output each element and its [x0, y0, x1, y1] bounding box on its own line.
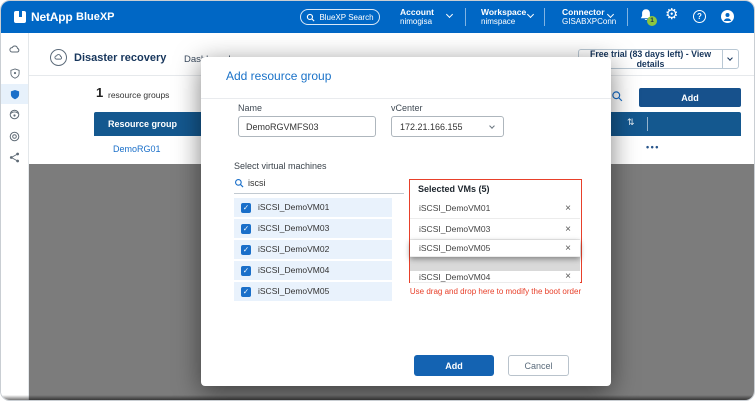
header-divider: [627, 8, 628, 26]
background-add-button[interactable]: Add: [639, 88, 741, 107]
top-header: NetApp BlueXP BlueXP Search Account nimo…: [1, 1, 754, 33]
checkbox-checked-icon[interactable]: [241, 224, 251, 234]
search-icon: [306, 13, 315, 22]
connector-menu[interactable]: Connector GISABXPConn: [562, 7, 616, 27]
remove-vm-icon[interactable]: ×: [565, 224, 571, 235]
workspace-label: Workspace: [481, 7, 526, 17]
name-field-label: Name: [238, 103, 262, 113]
select-vms-label: Select virtual machines: [234, 161, 327, 171]
cloud-icon: [9, 44, 20, 55]
selected-vm-row-dragging[interactable]: iSCSI_DemoVM05 ×: [410, 240, 580, 257]
remove-vm-icon[interactable]: ×: [565, 271, 571, 282]
vm-search-input[interactable]: [248, 175, 388, 190]
netapp-logo-icon: [14, 11, 26, 23]
brand-name: NetApp: [31, 10, 72, 24]
user-avatar-icon[interactable]: [721, 10, 734, 23]
add-resource-group-modal: Add resource group Name vCenter 172.21.1…: [201, 57, 611, 386]
table-search-icon[interactable]: [611, 90, 623, 102]
workspace-menu[interactable]: Workspace nimspace: [481, 7, 526, 27]
target-icon: [9, 131, 20, 142]
selected-vms-panel: Selected VMs (5) iSCSI_DemoVM01 × iSCSI_…: [409, 179, 582, 283]
sort-icon[interactable]: ⇅: [627, 118, 635, 128]
account-label: Account: [400, 7, 434, 17]
selected-vm-name: iSCSI_DemoVM01: [419, 203, 490, 213]
chevron-down-icon: [446, 11, 453, 18]
vm-list-item[interactable]: iSCSI_DemoVM05: [234, 282, 392, 301]
remove-vm-icon[interactable]: ×: [565, 203, 571, 214]
product-name: BlueXP: [76, 11, 115, 23]
column-divider: [647, 117, 648, 131]
disaster-recovery-icon: [50, 49, 67, 66]
page-title: Disaster recovery: [74, 52, 166, 64]
checkbox-checked-icon[interactable]: [241, 287, 251, 297]
shield-icon: [10, 89, 20, 100]
resource-group-count: 1: [96, 85, 103, 100]
account-menu[interactable]: Account nimogisa: [400, 7, 434, 27]
vm-name: iSCSI_DemoVM01: [258, 198, 329, 217]
checkbox-checked-icon[interactable]: [241, 245, 251, 255]
vm-search-underline: [234, 193, 404, 194]
vm-search-icon: [234, 178, 244, 188]
app-window: NetApp BlueXP BlueXP Search Account nimo…: [0, 0, 755, 401]
selected-vm-row[interactable]: iSCSI_DemoVM04 ×: [410, 271, 580, 283]
drop-placeholder: [410, 257, 580, 271]
selected-vm-row[interactable]: iSCSI_DemoVM01 ×: [410, 198, 580, 219]
shield-heart-icon: [10, 68, 20, 79]
selected-vm-name: iSCSI_DemoVM04: [419, 272, 490, 282]
notification-badge: 1: [647, 16, 657, 26]
help-icon[interactable]: [693, 10, 706, 23]
remove-vm-icon[interactable]: ×: [565, 243, 571, 254]
account-value: nimogisa: [400, 17, 434, 27]
row-actions-menu-icon[interactable]: •••: [646, 142, 660, 152]
trial-dropdown-toggle[interactable]: [722, 50, 738, 68]
chevron-down-icon: [727, 55, 733, 61]
checkbox-checked-icon[interactable]: [241, 203, 251, 213]
drag-drop-hint: Use drag and drop here to modify the boo…: [404, 287, 587, 297]
modal-title: Add resource group: [226, 69, 331, 83]
vm-list-item[interactable]: iSCSI_DemoVM03: [234, 219, 392, 238]
vm-list-item[interactable]: iSCSI_DemoVM01: [234, 198, 392, 217]
selected-vm-row[interactable]: iSCSI_DemoVM03 ×: [410, 219, 580, 240]
checkbox-checked-icon[interactable]: [241, 266, 251, 276]
sidebar-item-extensions[interactable]: [1, 147, 28, 167]
vm-name: iSCSI_DemoVM04: [258, 261, 329, 280]
bluexp-search-button[interactable]: BlueXP Search: [300, 9, 380, 25]
workspace-value: nimspace: [481, 17, 526, 27]
vm-name: iSCSI_DemoVM02: [258, 240, 329, 259]
window-bottom-shadow: [1, 395, 754, 400]
sidebar-item-protection-active[interactable]: [1, 84, 28, 104]
chevron-down-icon: [527, 11, 534, 18]
search-button-label: BlueXP Search: [319, 13, 373, 22]
sidebar-item-mobility[interactable]: [1, 104, 28, 124]
name-input[interactable]: [238, 116, 376, 137]
modal-add-button[interactable]: Add: [414, 355, 494, 376]
vm-list-item[interactable]: iSCSI_DemoVM02: [234, 240, 392, 259]
left-sidebar: [1, 33, 29, 400]
selected-vm-name: iSCSI_DemoVM03: [419, 224, 490, 234]
vm-list-item[interactable]: iSCSI_DemoVM04: [234, 261, 392, 280]
resource-group-count-label: resource groups: [108, 90, 169, 100]
vcenter-select[interactable]: 172.21.166.155: [391, 116, 504, 137]
connector-value: GISABXPConn: [562, 17, 616, 27]
header-divider: [544, 8, 545, 26]
resource-group-link[interactable]: DemoRG01: [113, 144, 161, 154]
selected-vms-title: Selected VMs (5): [418, 184, 490, 194]
sidebar-item-governance[interactable]: [1, 126, 28, 146]
header-divider: [465, 8, 466, 26]
vcenter-field-label: vCenter: [391, 103, 423, 113]
modal-title-divider: [201, 98, 611, 99]
vm-name: iSCSI_DemoVM05: [258, 282, 329, 301]
column-resource-group[interactable]: Resource group: [108, 119, 177, 129]
vcenter-selected-value: 172.21.166.155: [400, 122, 463, 132]
selected-vm-name: iSCSI_DemoVM05: [419, 243, 490, 253]
settings-gear-icon[interactable]: [665, 5, 678, 23]
share-nodes-icon: [9, 152, 20, 163]
vm-name: iSCSI_DemoVM03: [258, 219, 329, 238]
sidebar-item-health[interactable]: [1, 63, 28, 83]
sidebar-item-storage[interactable]: [1, 39, 28, 59]
chevron-down-icon: [489, 123, 495, 129]
modal-cancel-button[interactable]: Cancel: [508, 355, 569, 376]
globe-icon: [9, 109, 20, 120]
